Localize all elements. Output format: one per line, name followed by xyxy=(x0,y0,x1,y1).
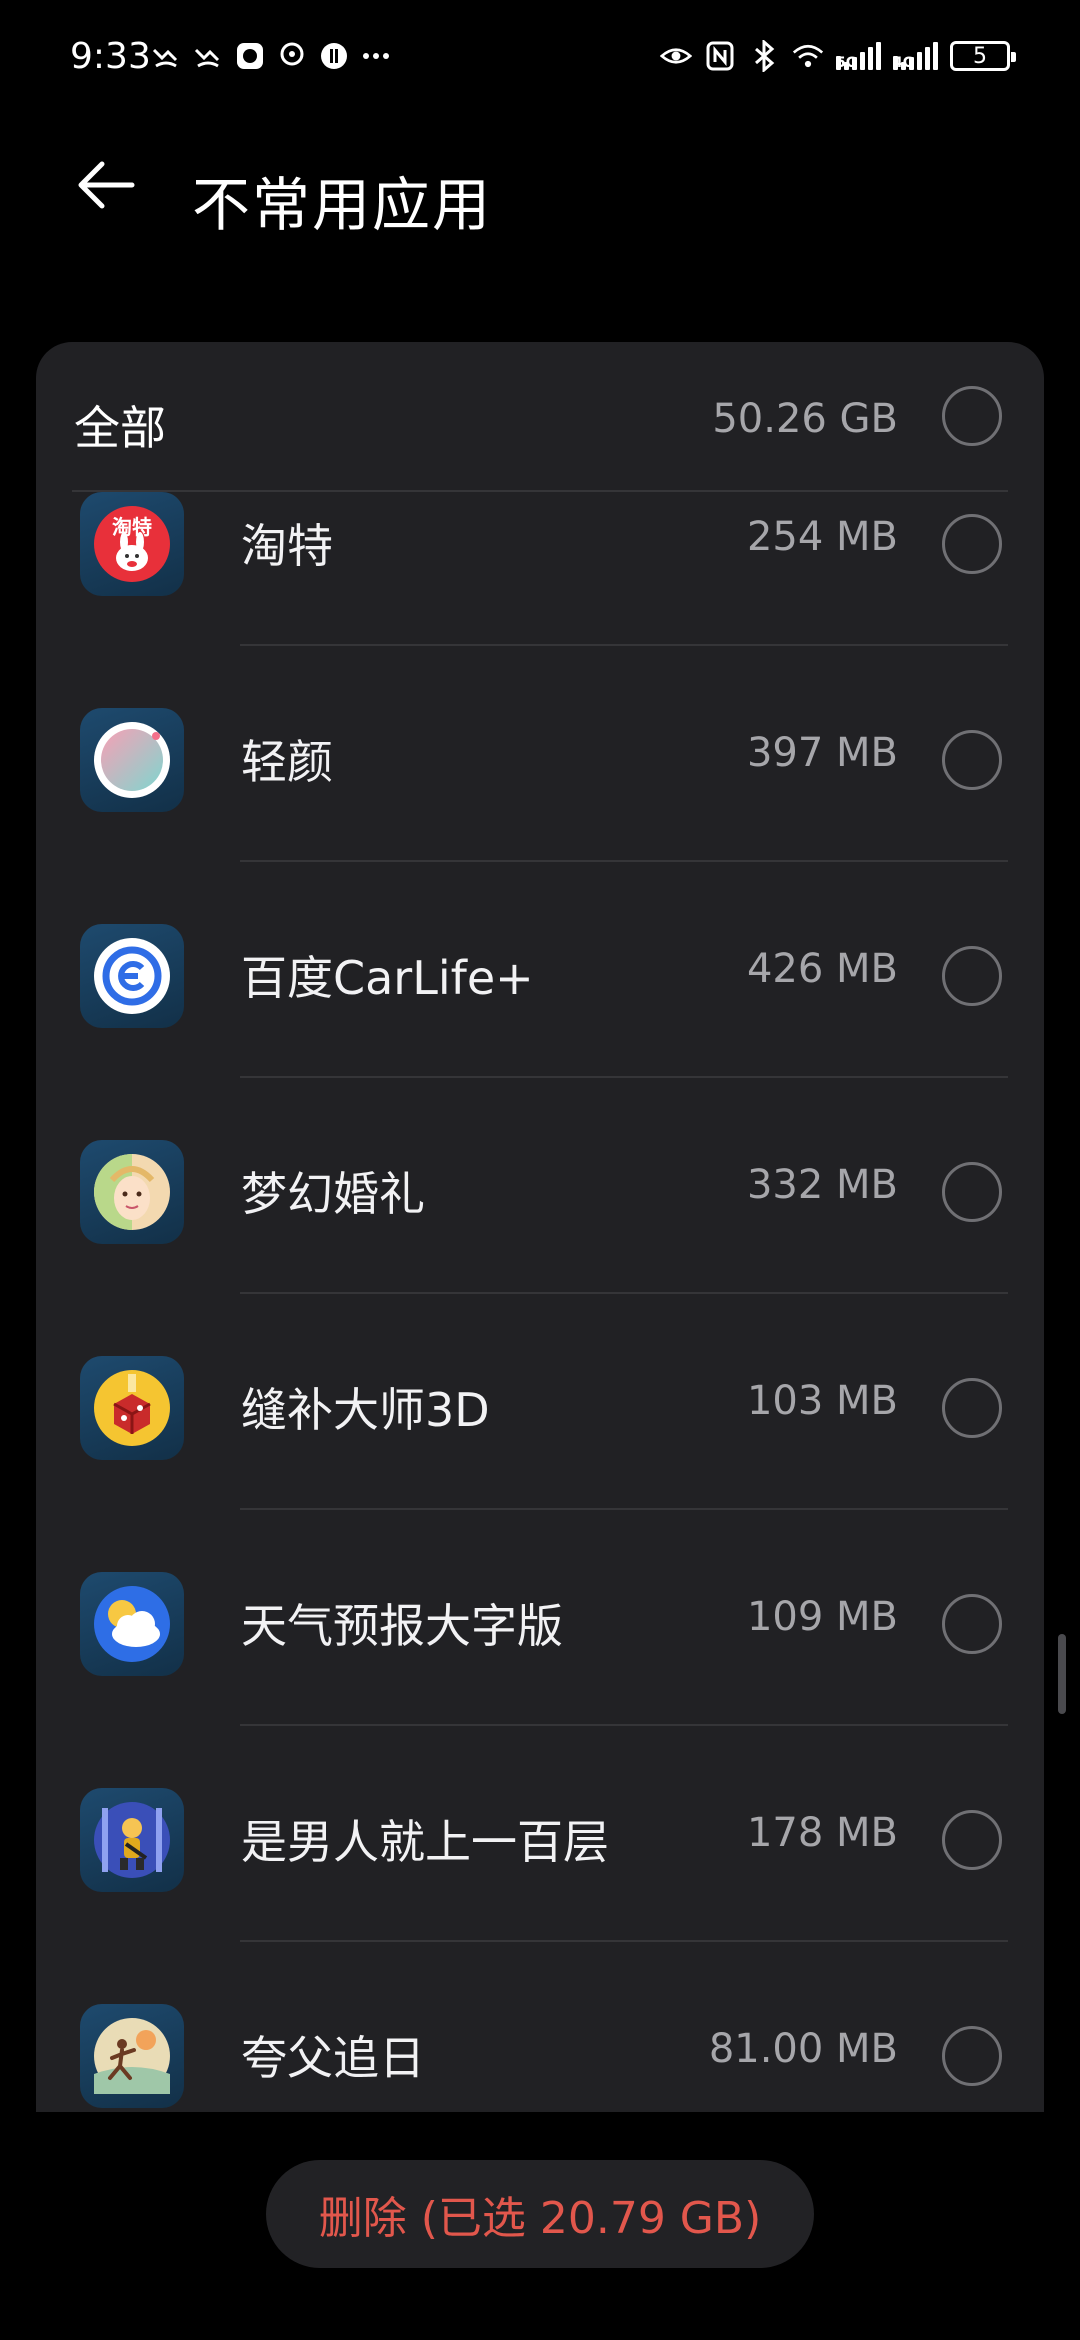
list-item[interactable]: 百度CarLife+ 426 MB xyxy=(36,924,1044,1140)
app-select-radio[interactable] xyxy=(942,514,1002,574)
divider xyxy=(240,1076,1008,1078)
dream-wedding-app-icon xyxy=(80,1140,184,1244)
net-4g-label: 4G xyxy=(893,56,914,70)
page-title: 不常用应用 xyxy=(192,171,493,239)
bluetooth-icon xyxy=(748,40,780,72)
list-item[interactable]: 淘特 淘特 254 MB xyxy=(36,492,1044,708)
wifi-icon xyxy=(792,40,824,72)
app-size: 426 MB xyxy=(746,946,898,992)
divider xyxy=(240,1292,1008,1294)
app-name: 梦幻婚礼 xyxy=(241,1167,425,1221)
app-select-radio[interactable] xyxy=(942,1594,1002,1654)
list-item[interactable]: 是男人就上一百层 178 MB xyxy=(36,1788,1044,2004)
battery-level: 5 xyxy=(973,43,987,69)
list-item[interactable]: 梦幻婚礼 332 MB xyxy=(36,1140,1044,1356)
status-bar: 9:33 5G xyxy=(0,0,1080,120)
kuafu-app-icon xyxy=(80,2004,184,2108)
app-size: 397 MB xyxy=(746,730,898,776)
list-item[interactable]: 夸父追日 81.00 MB xyxy=(36,2004,1044,2112)
app-name: 淘特 xyxy=(241,519,333,573)
weather-app-icon xyxy=(80,1572,184,1676)
app-size: 254 MB xyxy=(746,514,898,560)
signal-4g-icon: 4G xyxy=(893,42,938,70)
missed-call-icon xyxy=(192,40,224,72)
divider xyxy=(240,1508,1008,1510)
qingyan-app-icon xyxy=(80,708,184,812)
eye-comfort-icon xyxy=(660,40,692,72)
select-all-radio[interactable] xyxy=(942,386,1002,446)
status-left-icons xyxy=(150,40,392,72)
app-size: 81.00 MB xyxy=(708,2026,898,2072)
app-size: 178 MB xyxy=(746,1810,898,1856)
delete-button[interactable]: 删除 (已选 20.79 GB) xyxy=(266,2160,814,2268)
divider xyxy=(240,644,1008,646)
select-all-row[interactable]: 全部 50.26 GB xyxy=(36,342,1044,490)
scrollbar[interactable] xyxy=(1058,1634,1066,1714)
nfc-icon xyxy=(704,40,736,72)
app-name: 夸父追日 xyxy=(241,2031,425,2085)
app-select-radio[interactable] xyxy=(942,1162,1002,1222)
signal-5g-icon: 5G xyxy=(836,42,881,70)
app-name: 百度CarLife+ xyxy=(241,951,534,1005)
battery-icon: 5 xyxy=(950,41,1016,71)
app-select-radio[interactable] xyxy=(942,730,1002,790)
app-name: 缝补大师3D xyxy=(241,1383,490,1437)
taote-app-icon: 淘特 xyxy=(80,492,184,596)
app-select-radio[interactable] xyxy=(942,2026,1002,2086)
net-5g-label: 5G xyxy=(836,56,857,70)
app-size: 103 MB xyxy=(746,1378,898,1424)
divider xyxy=(240,1940,1008,1942)
app-select-radio[interactable] xyxy=(942,1810,1002,1870)
select-all-label: 全部 xyxy=(74,401,166,455)
app-name: 天气预报大字版 xyxy=(241,1599,563,1653)
hotspot-icon xyxy=(276,40,308,72)
more-dots-icon xyxy=(360,40,392,72)
list-item[interactable]: 天气预报大字版 109 MB xyxy=(36,1572,1044,1788)
app-name: 是男人就上一百层 xyxy=(241,1815,609,1869)
back-arrow-icon xyxy=(78,161,135,209)
missed-call-icon xyxy=(150,40,182,72)
total-size: 50.26 GB xyxy=(712,396,898,442)
divider xyxy=(240,860,1008,862)
divider xyxy=(240,1724,1008,1726)
app-notification-icon xyxy=(234,40,266,72)
status-right-icons: 5G 4G 5 xyxy=(660,40,1016,72)
app-size: 332 MB xyxy=(746,1162,898,1208)
app-size: 109 MB xyxy=(746,1594,898,1640)
game-icon xyxy=(318,40,350,72)
unused-apps-list: 全部 50.26 GB 淘特 淘特 254 MB 轻颜 397 MB 百度Car… xyxy=(36,342,1044,2112)
bottom-action-bar: 删除 (已选 20.79 GB) xyxy=(0,2112,1080,2340)
app-select-radio[interactable] xyxy=(942,946,1002,1006)
list-item[interactable]: 缝补大师3D 103 MB xyxy=(36,1356,1044,1572)
status-time: 9:33 xyxy=(70,36,151,77)
hundred-floors-app-icon xyxy=(80,1788,184,1892)
list-item[interactable]: 轻颜 397 MB xyxy=(36,708,1044,924)
taote-icon-text: 淘特 xyxy=(112,515,152,539)
sewing-master-app-icon xyxy=(80,1356,184,1460)
back-button[interactable] xyxy=(72,150,142,220)
app-name: 轻颜 xyxy=(241,735,333,789)
app-select-radio[interactable] xyxy=(942,1378,1002,1438)
page-header: 不常用应用 xyxy=(0,120,1080,250)
baidu-carlife-app-icon xyxy=(80,924,184,1028)
